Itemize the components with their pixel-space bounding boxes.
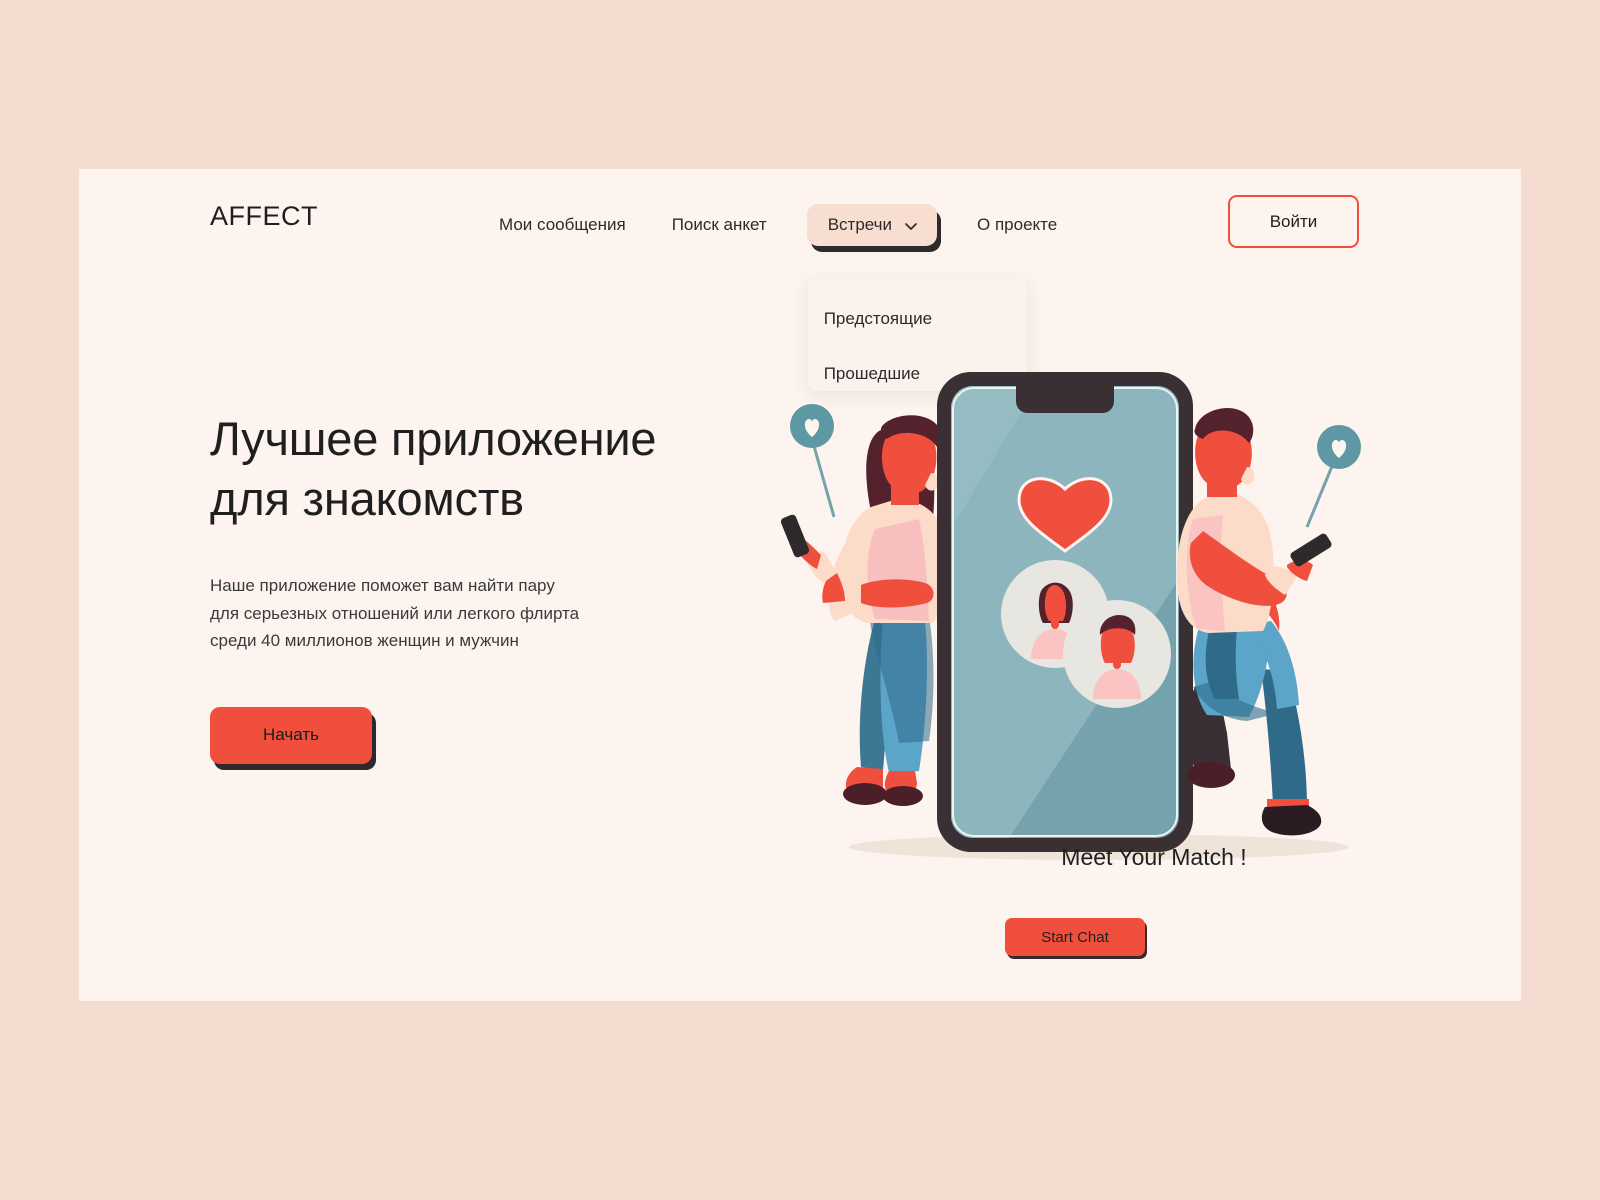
nav-item-messages[interactable]: Мои сообщения <box>499 215 626 235</box>
chevron-down-icon <box>904 219 918 233</box>
man-with-phone-illustration <box>1176 407 1361 836</box>
woman-with-phone-illustration <box>780 404 948 806</box>
page-title-line-1: Лучшее приложение <box>210 412 657 465</box>
nav-item-search-profiles[interactable]: Поиск анкет <box>672 215 767 235</box>
hero-description-line-1: Наше приложение поможет вам найти пару <box>210 576 555 596</box>
logo[interactable]: AFFECT <box>210 201 318 232</box>
page-title-line-2: для знакомств <box>210 472 524 526</box>
hero-description: Наше приложение поможет вам найти пару д… <box>210 572 770 655</box>
dropdown-item-upcoming[interactable]: Предстоящие <box>808 299 1027 339</box>
site-header: AFFECT Мои сообщения Поиск анкет Встречи <box>79 169 1521 391</box>
hero-copy: Лучшее приложение для знакомств Наше при… <box>210 409 770 764</box>
nav-item-meetings[interactable]: Встречи <box>806 204 938 246</box>
hero-illustration <box>779 369 1419 909</box>
login-button[interactable]: Войти <box>1228 195 1359 248</box>
landing-card: AFFECT Мои сообщения Поиск анкет Встречи <box>79 169 1521 1001</box>
man-avatar-icon <box>1063 600 1171 708</box>
phone-mockup <box>937 372 1193 852</box>
hero-description-line-3: среди 40 миллионов женщин и мужчин <box>210 631 519 651</box>
hero-description-line-2: для серьезных отношений или легкого флир… <box>210 603 580 623</box>
nav-item-meetings-wrap: Встречи Предстоящие Прошедшие <box>806 204 1027 391</box>
start-chat-button[interactable]: Start Chat <box>1005 918 1145 956</box>
nav-item-about[interactable]: О проекте <box>977 215 1057 235</box>
start-button[interactable]: Начать <box>210 706 372 764</box>
page-root: AFFECT Мои сообщения Поиск анкет Встречи <box>0 0 1600 1200</box>
nav-item-meetings-label: Встречи <box>827 215 893 234</box>
phone-heading: Meet Your Match ! <box>1061 844 1247 870</box>
page-title: Лучшее приложение для знакомств <box>210 409 770 529</box>
main-navigation: Мои сообщения Поиск анкет Встречи Предст… <box>499 204 1057 391</box>
